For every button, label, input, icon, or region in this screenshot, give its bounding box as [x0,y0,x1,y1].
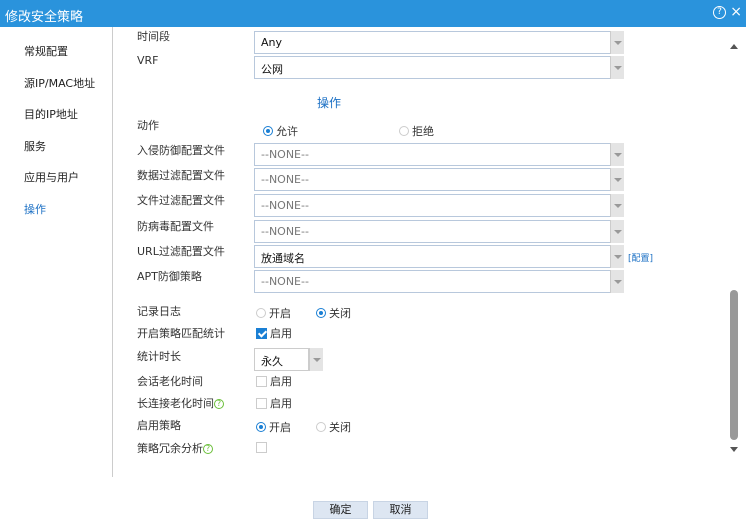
data-filter-select[interactable]: --NONE-- [254,168,624,191]
sidebar-item-source[interactable]: 源IP/MAC地址 [24,75,95,91]
chevron-down-icon[interactable] [610,56,624,79]
session-age-label: 会话老化时间 [137,375,203,388]
long-conn-label: 长连接老化时间? [137,395,224,411]
file-filter-label: 文件过滤配置文件 [137,194,225,207]
action-deny-radio[interactable]: 拒绝 [399,123,434,139]
apt-select[interactable]: --NONE-- [254,270,624,293]
enable-off-radio[interactable]: 关闭 [316,419,351,435]
antivirus-select[interactable]: --NONE-- [254,220,624,243]
time-label: 时间段 [137,30,170,43]
enable-on-radio[interactable]: 开启 [256,419,291,435]
scroll-down-icon[interactable] [730,447,738,456]
sidebar-item-service[interactable]: 服务 [24,138,46,154]
scrollbar[interactable] [727,38,741,458]
chevron-down-icon[interactable] [610,168,624,191]
session-age-checkbox[interactable]: 启用 [256,373,292,389]
redundancy-checkbox[interactable] [256,442,267,453]
url-filter-label: URL过滤配置文件 [137,245,225,258]
log-on-radio[interactable]: 开启 [256,305,291,321]
data-filter-label: 数据过滤配置文件 [137,169,225,182]
chevron-down-icon[interactable] [610,245,624,268]
form-content: 时间段 Any VRF 公网 操作 动作 允许 拒绝 入侵防御配置文件 --NO… [114,27,724,477]
dialog-title: 修改安全策略 [5,10,84,25]
section-heading: 操作 [317,96,342,110]
chevron-down-icon[interactable] [610,220,624,243]
chevron-down-icon[interactable] [309,348,323,371]
sidebar-item-action[interactable]: 操作 [24,201,46,217]
log-label: 记录日志 [137,305,181,318]
vrf-select[interactable]: 公网 [254,56,624,79]
apt-label: APT防御策略 [137,270,202,283]
help-icon[interactable]: ? [203,444,213,454]
long-conn-checkbox[interactable]: 启用 [256,395,292,411]
ips-label: 入侵防御配置文件 [137,144,225,157]
chevron-down-icon[interactable] [610,194,624,217]
antivirus-label: 防病毒配置文件 [137,220,214,233]
duration-select[interactable]: 永久 [254,348,323,371]
url-config-link[interactable]: [配置] [628,251,653,264]
ips-select[interactable]: --NONE-- [254,143,624,166]
sidebar-item-destination[interactable]: 目的IP地址 [24,106,78,122]
stats-label: 开启策略匹配统计 [137,327,225,340]
duration-label: 统计时长 [137,350,181,363]
ok-button[interactable]: 确定 [313,501,368,519]
url-filter-select[interactable]: 放通域名 [254,245,624,268]
sidebar-item-general[interactable]: 常规配置 [24,43,68,59]
redundancy-label: 策略冗余分析? [137,440,213,456]
help-icon[interactable]: ? [214,399,224,409]
enable-policy-label: 启用策略 [137,419,181,432]
sidebar: 常规配置 源IP/MAC地址 目的IP地址 服务 应用与用户 操作 [0,27,113,477]
scroll-up-icon[interactable] [730,40,738,49]
time-select[interactable]: Any [254,31,624,54]
file-filter-select[interactable]: --NONE-- [254,194,624,217]
chevron-down-icon[interactable] [610,143,624,166]
action-label: 动作 [137,119,159,132]
stats-enable-checkbox[interactable]: 启用 [256,325,292,341]
cancel-button[interactable]: 取消 [373,501,428,519]
close-icon[interactable]: × [730,4,742,20]
title-bar: 修改安全策略 ? × [0,0,746,27]
chevron-down-icon[interactable] [610,31,624,54]
sidebar-item-app-user[interactable]: 应用与用户 [24,169,79,185]
vrf-label: VRF [137,54,159,67]
help-icon[interactable]: ? [713,6,726,19]
chevron-down-icon[interactable] [610,270,624,293]
action-allow-radio[interactable]: 允许 [263,123,298,139]
scroll-thumb[interactable] [730,290,738,440]
log-off-radio[interactable]: 关闭 [316,305,351,321]
